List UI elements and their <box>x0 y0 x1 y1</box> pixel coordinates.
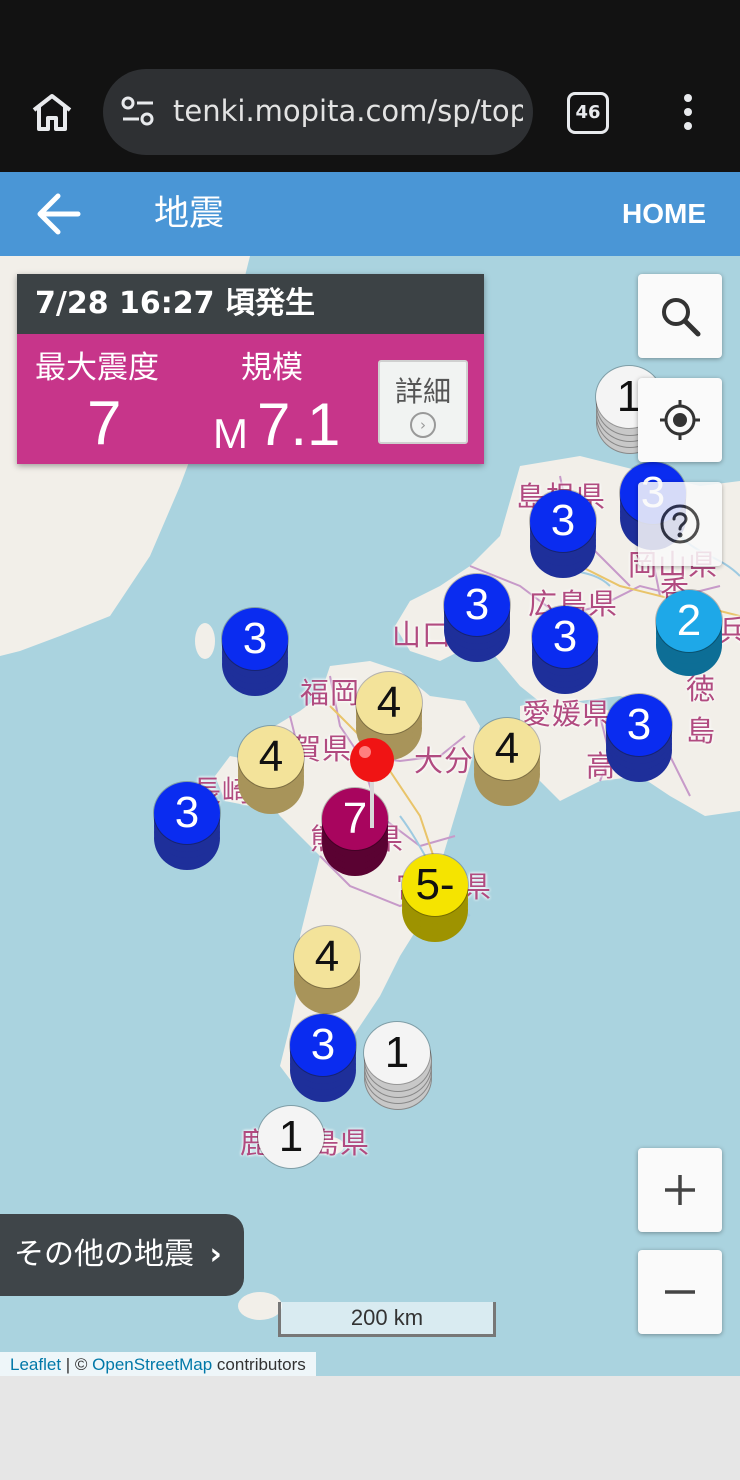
intensity-marker[interactable]: 4 <box>236 726 306 818</box>
zoom-in-button[interactable] <box>638 1148 722 1232</box>
zoom-out-button[interactable] <box>638 1250 722 1334</box>
intensity-marker[interactable]: 3 <box>528 490 598 582</box>
intensity-marker[interactable]: 3 <box>288 1014 358 1106</box>
home-link[interactable]: HOME <box>622 196 706 232</box>
address-bar[interactable]: tenki.mopita.com/sp/top/# <box>103 69 533 155</box>
intensity-marker[interactable]: 3 <box>152 782 222 874</box>
site-settings-icon[interactable] <box>121 95 155 129</box>
minus-icon <box>665 1290 695 1294</box>
magnitude-value: 7.1 <box>257 391 341 458</box>
map-scale-bar: 200 km <box>278 1302 496 1337</box>
intensity-marker[interactable]: 3 <box>220 608 290 700</box>
max-intensity-label: 最大震度 <box>35 350 159 386</box>
plus-icon <box>665 1175 695 1205</box>
leaflet-link[interactable]: Leaflet <box>10 1355 61 1374</box>
back-arrow-icon[interactable] <box>34 192 84 236</box>
search-button[interactable] <box>638 274 722 358</box>
chevron-right-icon: › <box>209 1237 222 1272</box>
other-quakes-label: その他の地震 <box>14 1237 194 1272</box>
locate-button[interactable] <box>638 378 722 462</box>
attribution-contributors: contributors <box>212 1355 306 1374</box>
other-quakes-button[interactable]: その他の地震 › <box>0 1214 244 1296</box>
quake-info-panel: 7/28 16:27 頃発生 最大震度 規模 7 M 7.1 詳細 › <box>17 274 484 464</box>
help-icon <box>660 504 700 544</box>
intensity-marker[interactable]: 1 <box>362 1022 432 1114</box>
app-header: 地震 HOME <box>0 172 740 256</box>
chevron-right-icon: › <box>410 412 436 438</box>
osm-link[interactable]: OpenStreetMap <box>92 1355 212 1374</box>
magnitude-label: 規模 <box>241 350 303 386</box>
intensity-marker[interactable]: 1 <box>256 1106 326 1198</box>
help-button[interactable] <box>638 482 722 566</box>
intensity-marker[interactable]: 3 <box>442 574 512 666</box>
quake-time: 7/28 16:27 頃発生 <box>17 274 484 334</box>
page-title: 地震 <box>154 194 225 234</box>
crosshair-icon <box>660 400 700 440</box>
browser-home-icon[interactable] <box>30 92 74 132</box>
tab-switcher-button[interactable]: 46 <box>567 92 609 134</box>
pref-label: 福岡 <box>300 676 361 710</box>
browser-menu-icon[interactable] <box>678 92 700 132</box>
max-intensity-value: 7 <box>87 389 122 458</box>
browser-toolbar: tenki.mopita.com/sp/top/# 46 <box>0 0 740 172</box>
intensity-marker[interactable]: 3 <box>604 694 674 786</box>
detail-button[interactable]: 詳細 › <box>378 360 468 444</box>
magnitude-prefix: M <box>213 410 248 457</box>
attribution-separator: | © <box>61 1355 93 1374</box>
search-icon <box>662 298 701 337</box>
intensity-marker[interactable]: 4 <box>472 718 542 810</box>
intensity-marker[interactable]: 4 <box>292 926 362 1018</box>
map-attribution: Leaflet | © OpenStreetMap contributors <box>0 1352 316 1376</box>
quake-summary: 最大震度 規模 7 M 7.1 詳細 › <box>17 334 484 464</box>
epicenter-pin-icon[interactable] <box>348 736 398 832</box>
url-text: tenki.mopita.com/sp/top/# <box>173 94 523 128</box>
intensity-marker[interactable]: 2 <box>654 590 724 682</box>
intensity-marker[interactable]: 5- <box>400 854 470 946</box>
detail-label: 詳細 <box>394 375 451 408</box>
intensity-marker[interactable]: 3 <box>530 606 600 698</box>
